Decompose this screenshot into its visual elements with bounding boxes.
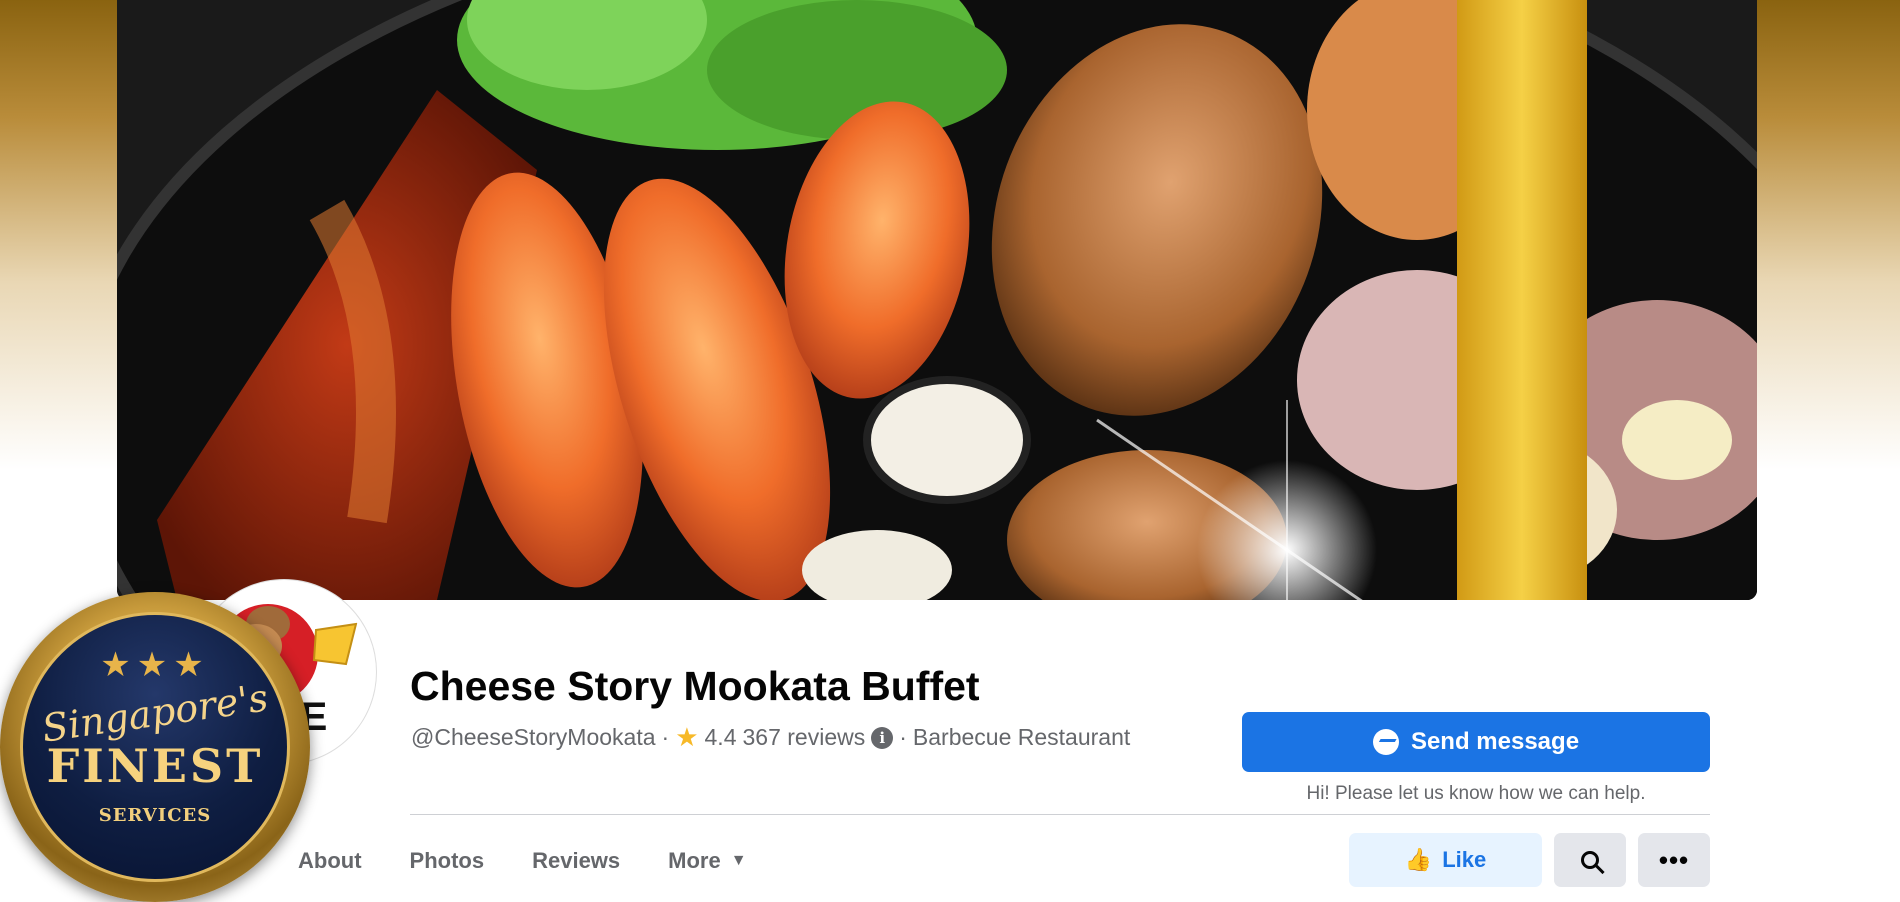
meta-separator: · — [661, 724, 670, 750]
caret-down-icon: ▼ — [730, 852, 747, 869]
send-message-helper: Hi! Please let us know how we can help. — [1306, 783, 1646, 804]
page-title: Cheese Story Mookata Buffet — [410, 663, 980, 709]
info-icon[interactable]: i — [871, 726, 894, 749]
tab-label: More — [668, 848, 721, 873]
cover-photo-illustration — [117, 0, 1757, 600]
page-tabs: About Photos Reviews More ▼ — [298, 832, 771, 890]
tab-photos[interactable]: Photos — [386, 832, 509, 890]
search-button[interactable] — [1554, 833, 1626, 887]
tab-about[interactable]: About — [298, 832, 386, 890]
search-icon — [1581, 851, 1599, 869]
page-handle[interactable]: @CheeseStoryMookata — [411, 724, 656, 751]
tab-label: Reviews — [532, 848, 621, 873]
like-button[interactable]: 👍 Like — [1349, 833, 1542, 887]
tab-reviews[interactable]: Reviews — [508, 832, 644, 890]
send-message-button[interactable]: Send message — [1242, 712, 1710, 772]
send-message-label: Send message — [1410, 728, 1580, 755]
tab-label: About — [298, 848, 362, 873]
star-icon: ★ — [675, 722, 699, 752]
cover-photo[interactable] — [117, 0, 1757, 600]
messenger-icon — [1372, 729, 1399, 755]
badge-sub-text: SERVICES — [98, 805, 212, 826]
tab-label: Photos — [409, 848, 485, 873]
more-options-button[interactable]: ••• — [1638, 833, 1710, 887]
reviews-count[interactable]: 367 reviews — [743, 724, 866, 751]
page-meta: @CheeseStoryMookata · ★ 4.4 367 reviews … — [411, 722, 1130, 753]
badge-inner: ★★★ Singapore's FINEST SERVICES — [20, 612, 290, 882]
singapores-finest-badge: ★★★ Singapore's FINEST SERVICES — [0, 592, 310, 902]
thumbs-up-icon: 👍 — [1404, 847, 1433, 872]
more-icon: ••• — [1658, 845, 1690, 875]
meta-separator: · — [899, 724, 907, 750]
rating-value: 4.4 — [704, 724, 737, 750]
tab-more[interactable]: More ▼ — [644, 832, 770, 890]
like-label: Like — [1442, 847, 1487, 872]
page-actions: 👍 Like ••• — [1349, 833, 1710, 887]
page-category[interactable]: Barbecue Restaurant — [913, 724, 1130, 751]
header-divider — [410, 814, 1710, 815]
